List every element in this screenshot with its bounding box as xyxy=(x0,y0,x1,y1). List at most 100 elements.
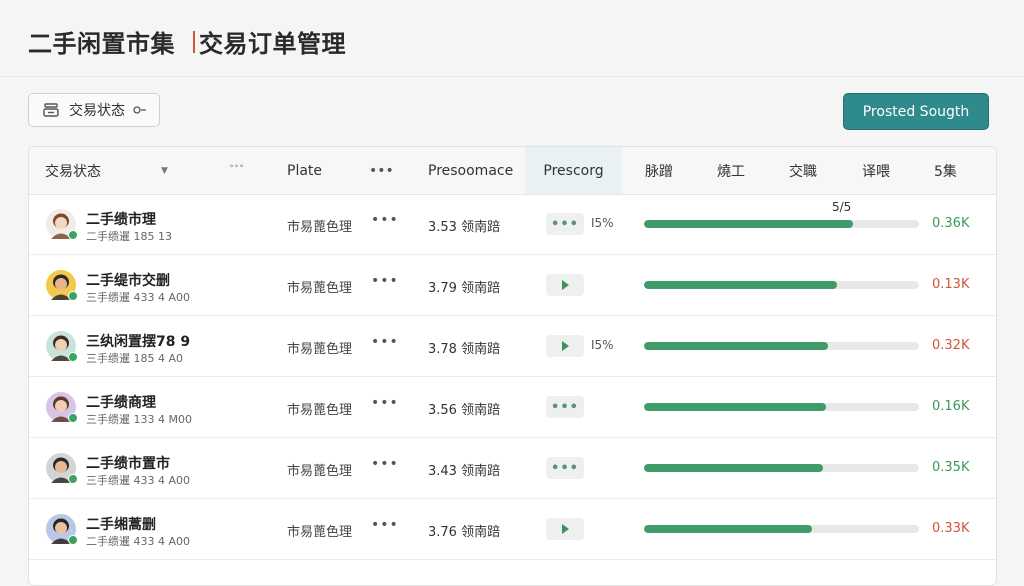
price-cell: 3.79 领南踣 xyxy=(428,281,501,296)
online-status-icon xyxy=(68,230,78,240)
more-icon: ••• xyxy=(551,216,579,232)
seller-name: 二手缇市交删 xyxy=(86,273,170,289)
table-row[interactable]: 三纨闲置摆78 9 三手缋暹 185 4 A0 市易蓖色理 ••• 3.78 领南踣 I5… xyxy=(29,316,996,377)
column-header-8[interactable]: 交職 xyxy=(789,147,817,194)
avatar xyxy=(46,331,78,362)
seller-name: 二手缋市理 xyxy=(86,212,156,228)
row-more-button[interactable]: ••• xyxy=(371,273,399,289)
price-cell: 3.76 领南踣 xyxy=(428,525,501,540)
amount-cell: 0.35K xyxy=(932,460,970,475)
table-row[interactable]: 二手缋市置市三手缋暹 433 4 A00 市易蓖色理 ••• 3.43 领南踣 ••• 0… xyxy=(29,438,996,499)
seller-name: 二手缃蒿删 xyxy=(86,517,156,533)
seller-meta: 二手缋暹 185 13 xyxy=(86,230,172,243)
online-status-icon xyxy=(68,291,78,301)
table-row[interactable]: 二手缋市理二手缋暹 185 13 市易蓖色理 ••• 3.53 领南踣 ••• I5% 5/… xyxy=(29,194,996,255)
seller-meta: 三手缋暹 133 4 M00 xyxy=(86,413,192,426)
column-header-7[interactable]: 燒工 xyxy=(717,147,745,194)
progress-label: 5/5 xyxy=(832,200,852,214)
column-header-more[interactable]: ••• xyxy=(369,147,394,194)
column-header-prescorg[interactable]: Prescorg xyxy=(525,147,622,194)
online-status-icon xyxy=(68,352,78,362)
table-row[interactable]: 二手缃蒿删二手缋暹 433 4 A00 市易蓖色理 ••• 3.76 领南踣 0.33K xyxy=(29,499,996,560)
avatar xyxy=(46,392,78,423)
column-header-6[interactable]: 脉蹭 xyxy=(645,147,673,194)
toggle-icon xyxy=(133,106,146,114)
online-status-icon xyxy=(68,413,78,423)
plate-cell: 市易蓖色理 xyxy=(287,525,353,540)
plate-cell: 市易蓖色理 xyxy=(287,220,353,235)
more-icon: ••• xyxy=(551,399,579,415)
progress-fill xyxy=(644,281,837,289)
more-icon: ••• xyxy=(551,460,579,476)
table-header: 交易状态 ▼ ˚˚˚ Plate ••• Presoomace Prescorg… xyxy=(29,147,996,195)
column-header-status[interactable]: 交易状态 ▼ xyxy=(45,147,168,194)
table-row[interactable]: 二手缋商理 三手缋暹 133 4 M00 市易蓖色理 ••• 3.56 领南踣 ••• 0.… xyxy=(29,377,996,438)
online-status-icon xyxy=(68,474,78,484)
progress-bar xyxy=(644,525,919,533)
amount-cell: 0.32K xyxy=(932,338,970,353)
row-action-chip[interactable] xyxy=(546,274,584,296)
amount-cell: 0.13K xyxy=(932,277,970,292)
price-cell: 3.53 领南踣 xyxy=(428,220,501,235)
app-name: 二手闲置市集 xyxy=(28,30,175,58)
row-action-chip[interactable]: ••• xyxy=(546,396,584,418)
row-more-button[interactable]: ••• xyxy=(371,456,399,472)
column-header-10[interactable]: 5集 xyxy=(934,147,957,194)
play-icon xyxy=(561,280,569,290)
row-action-chip[interactable] xyxy=(546,335,584,357)
amount-cell: 0.33K xyxy=(932,521,970,536)
progress-fill xyxy=(644,464,823,472)
percent-cell: I5% xyxy=(591,338,614,352)
amount-cell: 0.36K xyxy=(932,216,970,231)
section-name: 交易订单管理 xyxy=(199,30,346,58)
row-more-button[interactable]: ••• xyxy=(371,334,399,350)
avatar xyxy=(46,514,78,545)
price-cell: 3.43 领南踣 xyxy=(428,464,501,479)
column-header-price[interactable]: Presoomace xyxy=(428,147,513,194)
seller-meta: 三手缋暹 433 4 A00 xyxy=(86,291,191,304)
plate-cell: 市易蓖色理 xyxy=(287,403,353,418)
seller-name: 二手缋市置市 xyxy=(86,456,170,472)
column-header-label: 交易状态 xyxy=(45,163,101,180)
status-filter-label: 交易状态 xyxy=(69,103,125,119)
online-status-icon xyxy=(68,535,78,545)
play-icon xyxy=(561,524,569,534)
row-more-button[interactable]: ••• xyxy=(371,395,399,411)
table-row[interactable]: 二手缇市交删三手缋暹 433 4 A00 市易蓖色理 ••• 3.79 领南踣 0.13… xyxy=(29,255,996,316)
progress-fill xyxy=(644,220,853,228)
progress-bar xyxy=(644,464,919,472)
column-header-9[interactable]: 译喂 xyxy=(862,147,890,194)
row-action-chip[interactable]: ••• xyxy=(546,213,584,235)
row-action-chip[interactable]: ••• xyxy=(546,457,584,479)
row-action-chip[interactable] xyxy=(546,518,584,540)
progress-bar xyxy=(644,281,919,289)
row-more-button[interactable]: ••• xyxy=(371,517,399,533)
price-cell: 3.56 领南踣 xyxy=(428,403,501,418)
plate-cell: 市易蓖色理 xyxy=(287,342,353,357)
amount-cell: 0.16K xyxy=(932,399,970,414)
plate-cell: 市易蓖色理 xyxy=(287,281,353,296)
progress-fill xyxy=(644,342,829,350)
primary-action-button[interactable]: Prosted Sougth xyxy=(843,93,989,130)
price-cell: 3.78 领南踣 xyxy=(428,342,501,357)
avatar xyxy=(46,270,78,301)
progress-fill xyxy=(644,403,826,411)
plate-cell: 市易蓖色理 xyxy=(287,464,353,479)
play-icon xyxy=(561,341,569,351)
tray-icon xyxy=(43,103,59,117)
progress-bar xyxy=(644,220,919,228)
percent-cell: I5% xyxy=(591,216,614,230)
column-header-plate[interactable]: Plate xyxy=(287,147,322,194)
page-title: 二手闲置市集 交易订单管理 xyxy=(28,24,346,59)
seller-meta: 二手缋暹 433 4 A00 xyxy=(86,535,191,548)
orders-table: 交易状态 ▼ ˚˚˚ Plate ••• Presoomace Prescorg… xyxy=(28,146,997,586)
seller-meta: 三手缋暹 433 4 A00 xyxy=(86,474,191,487)
row-more-button[interactable]: ••• xyxy=(371,212,399,228)
avatar xyxy=(46,209,78,240)
progress-bar xyxy=(644,403,919,411)
title-separator xyxy=(193,30,195,53)
progress-fill xyxy=(644,525,812,533)
avatar xyxy=(46,453,78,484)
status-filter-button[interactable]: 交易状态 xyxy=(28,93,160,127)
seller-name: 三纨闲置摆78 9 xyxy=(86,334,191,350)
